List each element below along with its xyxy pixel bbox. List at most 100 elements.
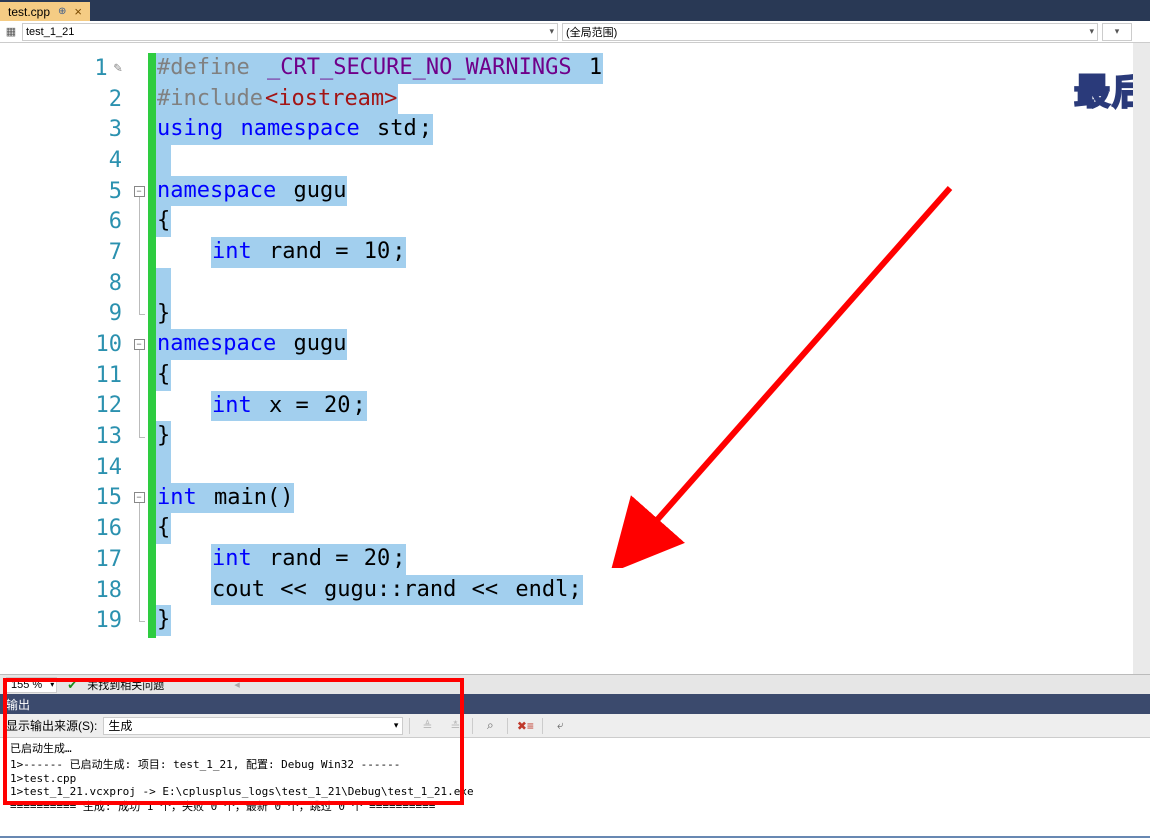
change-indicator (148, 53, 156, 638)
status-message: 未找到相关问题 (87, 677, 164, 693)
prev-message-button[interactable]: ≜ (416, 716, 438, 736)
code-line[interactable]: } (156, 299, 1150, 330)
output-title: 输出 (6, 696, 30, 713)
line-number: 19 (0, 605, 130, 636)
fold-cell (130, 84, 148, 115)
output-source-value: 生成 (108, 717, 132, 734)
fold-cell[interactable]: − (130, 483, 148, 514)
code-token (156, 575, 211, 606)
code-token: using (156, 114, 224, 145)
code-token (156, 237, 211, 268)
fold-cell[interactable]: − (130, 329, 148, 360)
code-line[interactable]: #include<iostream> (156, 84, 1150, 115)
code-token: { (156, 206, 171, 237)
fold-cell (130, 360, 148, 391)
code-token: int (211, 237, 253, 268)
line-number: 2 (0, 84, 130, 115)
fold-cell (130, 145, 148, 176)
line-number: 6 (0, 206, 130, 237)
line-number: 10 (0, 329, 130, 360)
code-line[interactable]: { (156, 513, 1150, 544)
vertical-scrollbar[interactable] (1133, 43, 1150, 674)
fold-minus-icon[interactable]: − (134, 186, 145, 197)
output-panel-header[interactable]: 输出 (0, 694, 1150, 714)
code-editor[interactable]: 1✎2345678910111213141516171819 −−− #defi… (0, 43, 1150, 674)
code-token: namespace (156, 176, 277, 207)
code-line[interactable]: int rand = 20; (156, 544, 1150, 575)
file-type-icon: ▦ (4, 25, 18, 39)
zoom-value: 155 % (11, 679, 42, 691)
fold-cell (130, 421, 148, 452)
line-number: 8 (0, 268, 130, 299)
fold-cell (130, 206, 148, 237)
code-line[interactable]: { (156, 360, 1150, 391)
clear-button[interactable]: ✖≡ (514, 716, 536, 736)
code-line[interactable]: namespace gugu (156, 329, 1150, 360)
fold-minus-icon[interactable]: − (134, 339, 145, 350)
code-line[interactable]: using namespace std; (156, 114, 1150, 145)
code-line[interactable]: int main() (156, 483, 1150, 514)
wrap-button[interactable]: ⤶ (549, 716, 571, 736)
code-token: gugu (292, 329, 347, 360)
code-line[interactable]: { (156, 206, 1150, 237)
next-message-button[interactable]: ≛ (444, 716, 466, 736)
code-token: { (156, 360, 171, 391)
fold-cell (130, 268, 148, 299)
member-combo[interactable]: ▾ (1102, 23, 1132, 41)
code-line[interactable]: namespace gugu (156, 176, 1150, 207)
code-line[interactable]: #define _CRT_SECURE_NO_WARNINGS 1 (156, 53, 1150, 84)
code-token (277, 176, 292, 207)
fold-cell[interactable]: − (130, 176, 148, 207)
code-token: { (156, 513, 171, 544)
code-token: gugu::rand (323, 575, 471, 606)
close-icon[interactable]: × (74, 4, 82, 19)
code-token (224, 114, 239, 145)
fold-cell (130, 605, 148, 636)
zoom-combo[interactable]: 155 % (6, 677, 57, 693)
file-scope-combo[interactable]: test_1_21 ▾ (22, 23, 558, 41)
fold-cell (130, 575, 148, 606)
code-area[interactable]: #define _CRT_SECURE_NO_WARNINGS 1#includ… (156, 43, 1150, 674)
code-line[interactable]: int rand = 10; (156, 237, 1150, 268)
code-token (156, 268, 171, 299)
code-token (198, 483, 213, 514)
separator (507, 718, 508, 734)
fold-cell (130, 237, 148, 268)
fold-minus-icon[interactable]: − (134, 492, 145, 503)
status-ok-icon: ✔ (67, 678, 77, 692)
code-token (253, 391, 268, 422)
output-text[interactable]: 已启动生成… 1>------ 已启动生成: 项目: test_1_21, 配置… (0, 738, 1150, 836)
code-token: ; (418, 114, 433, 145)
line-number: 11 (0, 360, 130, 391)
output-source-combo[interactable]: 生成 ▾ (103, 717, 403, 735)
file-tab[interactable]: test.cpp ⊕ × (0, 2, 90, 21)
code-token (308, 575, 323, 606)
code-line[interactable]: } (156, 421, 1150, 452)
code-line[interactable]: int x = 20; (156, 391, 1150, 422)
code-line[interactable]: cout << gugu::rand << endl; (156, 575, 1150, 606)
line-number: 13 (0, 421, 130, 452)
code-line[interactable] (156, 145, 1150, 176)
code-token (277, 329, 292, 360)
code-token: gugu (292, 176, 347, 207)
line-number: 14 (0, 452, 130, 483)
code-line[interactable] (156, 268, 1150, 299)
code-token (253, 544, 268, 575)
code-token: } (156, 421, 171, 452)
find-button[interactable]: ⌕ (479, 716, 501, 736)
chevron-down-icon: ▾ (1115, 26, 1120, 37)
code-token (499, 575, 514, 606)
code-token: x = (268, 391, 323, 422)
code-token: 1 (588, 53, 603, 84)
symbol-scope-value: (全局范围) (566, 24, 617, 40)
symbol-scope-combo[interactable]: (全局范围) ▾ (562, 23, 1098, 41)
code-token: std (376, 114, 418, 145)
file-scope-value: test_1_21 (26, 26, 74, 38)
code-token (156, 145, 171, 176)
pin-icon[interactable]: ⊕ (58, 6, 66, 17)
code-line[interactable] (156, 452, 1150, 483)
code-line[interactable]: } (156, 605, 1150, 636)
line-number: 7 (0, 237, 130, 268)
code-token: 20 (363, 544, 392, 575)
code-token: int (156, 483, 198, 514)
